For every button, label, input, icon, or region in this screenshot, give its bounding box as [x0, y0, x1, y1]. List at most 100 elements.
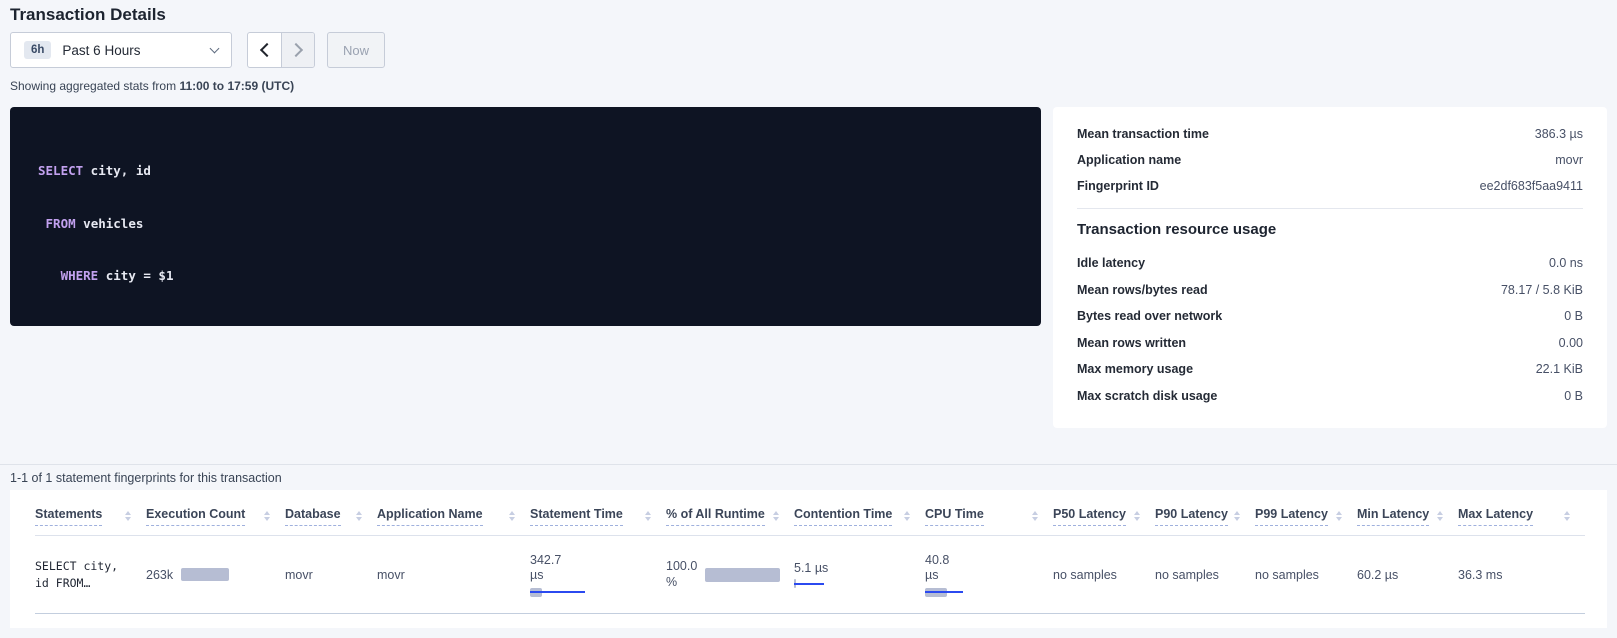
column-header-label: P50 Latency: [1053, 507, 1126, 526]
min-latency-cell: 60.2 µs: [1357, 568, 1458, 582]
sort-arrows-icon[interactable]: [356, 511, 362, 526]
stat-value: 78.17 / 5.8 KiB: [1501, 283, 1583, 297]
now-button[interactable]: Now: [327, 32, 385, 68]
column-header-execution-count[interactable]: Execution Count: [146, 490, 285, 535]
sql-text: city, id: [83, 163, 151, 178]
sort-arrows-icon[interactable]: [1564, 511, 1570, 526]
statement-row[interactable]: SELECT city, id FROM… 263k movr movr 342…: [35, 536, 1585, 614]
stat-row-mean-transaction-time: Mean transaction time 386.3 µs: [1077, 121, 1583, 147]
statement-fingerprint-link[interactable]: SELECT city, id FROM…: [35, 558, 146, 592]
column-header-label: Min Latency: [1357, 507, 1429, 526]
stat-row-max-scratch-disk-usage: Max scratch disk usage 0 B: [1077, 383, 1583, 410]
sql-line: SELECT city, id: [38, 162, 1013, 180]
sort-arrows-icon[interactable]: [1134, 511, 1140, 526]
time-interval-label: Past 6 Hours: [62, 43, 211, 58]
sort-arrows-icon[interactable]: [904, 511, 910, 526]
column-header-statements[interactable]: Statements: [35, 490, 146, 535]
column-header-contention-time[interactable]: Contention Time: [794, 490, 925, 535]
sort-arrows-icon[interactable]: [264, 511, 270, 526]
database-cell: movr: [285, 568, 377, 582]
sql-keyword: SELECT: [38, 163, 83, 178]
page-title: Transaction Details: [10, 5, 166, 25]
column-header-runtime-pct[interactable]: % of All Runtime: [666, 490, 794, 535]
time-interval-badge: 6h: [24, 41, 51, 59]
column-header-label: P90 Latency: [1155, 507, 1228, 526]
stat-label: Application name: [1077, 153, 1181, 167]
max-latency-cell: 36.3 ms: [1458, 568, 1585, 582]
sort-arrows-icon[interactable]: [773, 511, 779, 526]
stat-row-idle-latency: Idle latency 0.0 ns: [1077, 250, 1583, 277]
sort-arrows-icon[interactable]: [125, 511, 131, 526]
runtime-pct-bar: [705, 568, 780, 582]
column-header-database[interactable]: Database: [285, 490, 377, 535]
sql-line: WHERE city = $1: [38, 267, 1013, 285]
stat-label: Mean transaction time: [1077, 127, 1209, 141]
stat-value: ee2df683f5aa9411: [1480, 179, 1583, 193]
time-interval-dropdown[interactable]: 6h Past 6 Hours: [10, 32, 232, 68]
resource-usage-section-title: Transaction resource usage: [1077, 221, 1583, 238]
transaction-sql-box: SELECT city, id FROM vehicles WHERE city…: [10, 107, 1041, 326]
next-time-window-button[interactable]: [281, 33, 314, 67]
stat-value: 0 B: [1564, 309, 1583, 323]
sort-arrows-icon[interactable]: [509, 511, 515, 526]
column-header-label: % of All Runtime: [666, 507, 765, 526]
sort-arrows-icon[interactable]: [1032, 511, 1038, 526]
aggregation-range-prefix: Showing aggregated stats from: [10, 79, 179, 93]
column-header-cpu-time[interactable]: CPU Time: [925, 490, 1053, 535]
sql-text: city = $1: [98, 268, 173, 283]
prev-time-window-button[interactable]: [248, 33, 281, 67]
column-header-label: Statements: [35, 507, 102, 526]
divider: [0, 464, 1617, 465]
sql-keyword: FROM: [38, 216, 76, 231]
column-header-p90-latency[interactable]: P90 Latency: [1155, 490, 1255, 535]
stat-label: Fingerprint ID: [1077, 179, 1159, 193]
transaction-stats-panel: Mean transaction time 386.3 µs Applicati…: [1053, 107, 1607, 428]
column-header-p50-latency[interactable]: P50 Latency: [1053, 490, 1155, 535]
runtime-pct-cell: 100.0 %: [666, 559, 794, 590]
column-header-label: Application Name: [377, 507, 483, 526]
statement-time-bar: [530, 588, 585, 597]
stat-label: Max scratch disk usage: [1077, 389, 1217, 403]
column-header-label: Database: [285, 507, 341, 526]
stat-label: Mean rows written: [1077, 336, 1186, 350]
stat-value: movr: [1555, 153, 1583, 167]
column-header-max-latency[interactable]: Max Latency: [1458, 490, 1585, 535]
p50-latency-cell: no samples: [1053, 568, 1155, 582]
contention-time-cell: 5.1 µs: [794, 561, 925, 588]
column-header-statement-time[interactable]: Statement Time: [530, 490, 666, 535]
sort-arrows-icon[interactable]: [1234, 511, 1240, 526]
stat-value: 0 B: [1564, 389, 1583, 403]
cpu-time-bar: [925, 588, 963, 597]
sort-arrows-icon[interactable]: [645, 511, 651, 526]
chevron-left-icon: [259, 43, 273, 57]
stat-row-fingerprint-id: Fingerprint ID ee2df683f5aa9411: [1077, 173, 1583, 199]
stat-row-bytes-read-over-network: Bytes read over network 0 B: [1077, 303, 1583, 330]
column-header-label: Execution Count: [146, 507, 245, 526]
column-header-label: Max Latency: [1458, 507, 1533, 526]
column-header-min-latency[interactable]: Min Latency: [1357, 490, 1458, 535]
column-header-label: Contention Time: [794, 507, 892, 526]
application-name-cell: movr: [377, 568, 530, 582]
column-header-label: Statement Time: [530, 507, 623, 526]
sort-arrows-icon[interactable]: [1336, 511, 1342, 526]
time-window-nav: [247, 32, 315, 68]
stat-row-max-memory-usage: Max memory usage 22.1 KiB: [1077, 356, 1583, 383]
statement-time-cell: 342.7 µs: [530, 553, 666, 597]
cpu-time-value: 40.8 µs: [925, 553, 1043, 584]
p90-latency-cell: no samples: [1155, 568, 1255, 582]
execution-count-bar: [181, 568, 229, 581]
statement-text-line: SELECT city,: [35, 558, 136, 575]
statements-table: Statements Execution Count Database Appl…: [10, 490, 1607, 628]
time-controls: 6h Past 6 Hours Now: [10, 32, 385, 68]
column-header-p99-latency[interactable]: P99 Latency: [1255, 490, 1357, 535]
execution-count-value: 263k: [146, 568, 173, 582]
sort-arrows-icon[interactable]: [1437, 511, 1443, 526]
execution-count-cell: 263k: [146, 568, 285, 582]
stat-row-mean-rows-written: Mean rows written 0.00: [1077, 330, 1583, 357]
sql-keyword: WHERE: [38, 268, 98, 283]
stat-row-application-name: Application name movr: [1077, 147, 1583, 173]
cpu-time-cell: 40.8 µs: [925, 553, 1053, 597]
stat-label: Max memory usage: [1077, 362, 1193, 376]
stat-value: 0.00: [1559, 336, 1583, 350]
column-header-application-name[interactable]: Application Name: [377, 490, 530, 535]
